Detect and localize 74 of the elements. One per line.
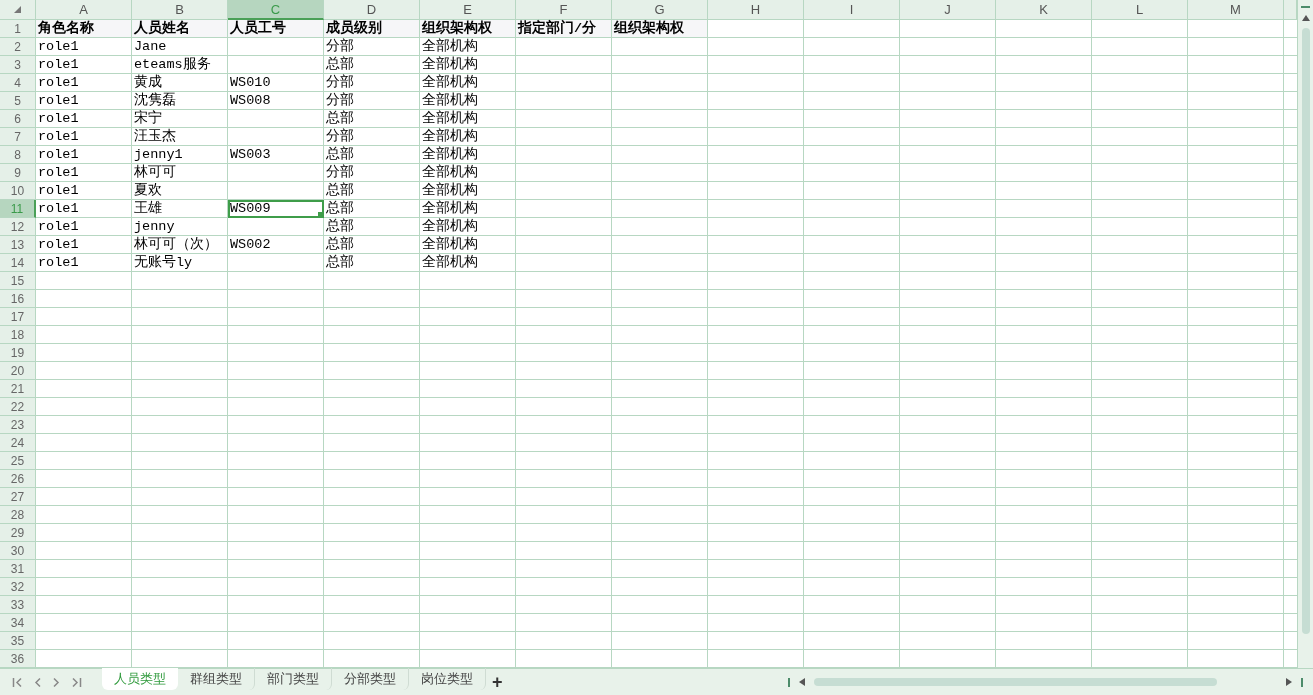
header-cell: 人员姓名 [132,20,228,38]
row-header[interactable]: 7 [0,128,36,146]
header-cell: 组织架构权 [420,20,516,38]
select-all-icon[interactable] [14,6,21,13]
header-cell: 组织架构权 [612,20,708,38]
row-header[interactable]: 36 [0,650,36,668]
previous-sheet-button[interactable] [33,676,42,688]
row-header[interactable]: 6 [0,110,36,128]
row-header[interactable]: 23 [0,416,36,434]
row-header[interactable]: 17 [0,308,36,326]
row-header[interactable]: 13 [0,236,36,254]
column-header[interactable]: M [1188,0,1284,20]
column-header[interactable]: F [516,0,612,20]
first-sheet-button[interactable] [12,676,23,688]
sheet-tab[interactable]: 分部类型 [332,668,409,690]
column-header[interactable]: D [324,0,420,20]
row-header[interactable]: 35 [0,632,36,650]
row-header[interactable]: 21 [0,380,36,398]
header-cell: 角色名称 [36,20,132,38]
vertical-scrollbar[interactable] [1297,0,1313,668]
scroll-thumb[interactable] [1301,28,1310,634]
column-header[interactable]: E [420,0,516,20]
row-header[interactable]: 1 [0,20,36,38]
row-header[interactable]: 18 [0,326,36,344]
row-header[interactable]: 19 [0,344,36,362]
column-header[interactable]: B [132,0,228,20]
row-header[interactable]: 14 [0,254,36,272]
row-header[interactable]: 24 [0,434,36,452]
row-header[interactable]: 3 [0,56,36,74]
header-cell: 人员工号 [228,20,324,38]
right-arrow-icon[interactable] [1285,678,1293,686]
row-header[interactable]: 5 [0,92,36,110]
column-header[interactable]: K [996,0,1092,20]
row-header[interactable]: 33 [0,596,36,614]
sheet-tab[interactable]: 人员类型 [102,668,178,690]
column-header[interactable]: L [1092,0,1188,20]
fill-handle[interactable] [318,212,323,217]
add-sheet-button[interactable]: + [486,669,509,695]
row-header[interactable]: 12 [0,218,36,236]
row-header[interactable]: 30 [0,542,36,560]
row-header[interactable]: 10 [0,182,36,200]
header-cell: 成员级别 [324,20,420,38]
row-header[interactable]: 22 [0,398,36,416]
row-header[interactable]: 26 [0,470,36,488]
row-header[interactable]: 16 [0,290,36,308]
row-header[interactable]: 15 [0,272,36,290]
select-all-button[interactable] [0,0,36,20]
sheet-tab[interactable]: 岗位类型 [409,668,486,690]
row-header[interactable]: 25 [0,452,36,470]
scroll-thumb[interactable] [814,678,1217,686]
row-header[interactable]: 28 [0,506,36,524]
left-arrow-icon[interactable] [798,678,806,686]
row-header[interactable]: 4 [0,74,36,92]
active-cell[interactable]: WS009 [228,200,324,218]
row-header[interactable]: 31 [0,560,36,578]
column-header[interactable]: J [900,0,996,20]
row-header[interactable]: 2 [0,38,36,56]
row-header[interactable]: 34 [0,614,36,632]
column-header[interactable]: A [36,0,132,20]
column-header[interactable]: G [612,0,708,20]
last-sheet-button[interactable] [71,676,82,688]
column-header[interactable]: I [804,0,900,20]
row-header[interactable]: 29 [0,524,36,542]
row-header[interactable]: 20 [0,362,36,380]
sheet-tab[interactable]: 部门类型 [255,668,332,690]
row-header[interactable]: 8 [0,146,36,164]
next-sheet-button[interactable] [52,676,61,688]
row-header[interactable]: 9 [0,164,36,182]
row-header[interactable]: 27 [0,488,36,506]
sheet-tab[interactable]: 群组类型 [178,668,255,690]
row-header[interactable]: 32 [0,578,36,596]
column-header[interactable]: H [708,0,804,20]
up-arrow-icon[interactable] [1301,14,1310,22]
header-cell: 指定部门/分 [516,20,612,38]
